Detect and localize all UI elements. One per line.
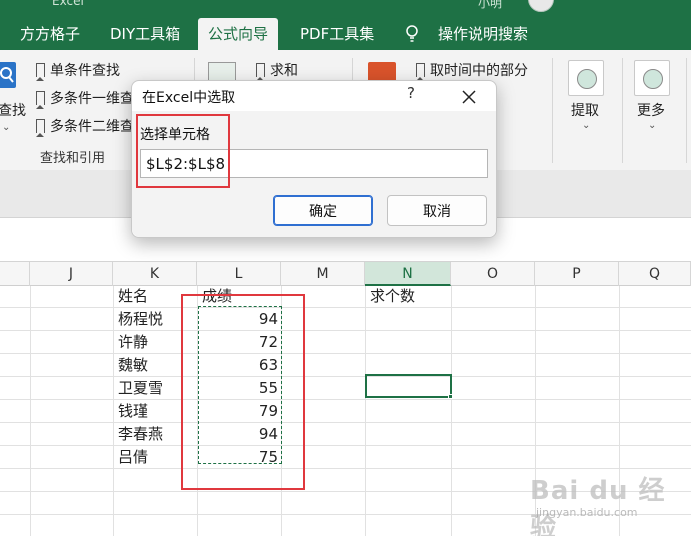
bookmark-icon <box>416 63 425 81</box>
find-button-label[interactable]: 查找 <box>0 100 26 120</box>
column-header-l[interactable]: L <box>197 262 281 286</box>
column-header-k[interactable]: K <box>113 262 197 286</box>
column-header-n[interactable]: N <box>365 262 451 286</box>
ok-button[interactable]: 确定 <box>273 195 373 226</box>
ribbon-separator <box>686 58 687 163</box>
extract-time-part-button[interactable]: 取时间中的部分 <box>416 60 528 81</box>
table-row-name[interactable]: 钱瑾 <box>118 400 148 423</box>
single-condition-lookup-button[interactable]: 单条件查找 <box>36 60 120 81</box>
table-row-name[interactable]: 杨程悦 <box>118 308 163 331</box>
tab-formula-wizard[interactable]: 公式向导 <box>198 18 279 50</box>
find-icon[interactable] <box>0 62 16 88</box>
table-row-name[interactable]: 吕倩 <box>118 446 148 469</box>
table-row-name[interactable]: 许静 <box>118 331 148 354</box>
column-header-o[interactable]: O <box>451 262 535 286</box>
column-header-j[interactable]: J <box>30 262 113 286</box>
tab-pdf-tools[interactable]: PDF工具集 <box>290 18 384 50</box>
fill-handle[interactable] <box>448 394 453 399</box>
help-button[interactable]: ? <box>407 84 415 102</box>
sum-button[interactable]: 求和 <box>256 60 298 81</box>
tab-fangfang[interactable]: 方方格子 <box>10 18 90 50</box>
header-cell-count[interactable]: 求个数 <box>370 285 415 308</box>
column-header-m[interactable]: M <box>281 262 365 286</box>
ribbon-separator <box>622 58 623 163</box>
tab-diy-toolbox[interactable]: DIY工具箱 <box>100 18 190 50</box>
extract-icon[interactable] <box>568 60 604 96</box>
ribbon-tab-bar: 方方格子 DIY工具箱 公式向导 PDF工具集 操作说明搜索 <box>0 18 691 50</box>
header-cell-name[interactable]: 姓名 <box>118 285 148 308</box>
watermark-url: jingyan.baidu.com <box>536 506 638 519</box>
app-title: Excel <box>52 0 84 8</box>
watermark-text: Bai du 经验 <box>530 476 666 536</box>
table-row-name[interactable]: 李春燕 <box>118 423 163 446</box>
user-avatar[interactable] <box>528 0 554 12</box>
tell-me-search[interactable]: 操作说明搜索 <box>428 18 538 50</box>
annotation-box-score-range <box>181 294 305 490</box>
ribbon-separator <box>552 58 553 163</box>
bookmark-icon <box>256 63 265 81</box>
bookmark-icon <box>36 91 45 109</box>
bookmark-icon <box>36 63 45 81</box>
bookmark-icon <box>36 119 45 137</box>
active-cell[interactable] <box>365 374 452 398</box>
title-bar: Excel 小明 <box>0 0 691 18</box>
chevron-down-icon: ⌄ <box>648 120 657 131</box>
table-row-name[interactable]: 卫夏雪 <box>118 377 163 400</box>
more-icon[interactable] <box>634 60 670 96</box>
column-header-q[interactable]: Q <box>619 262 691 286</box>
column-header-p[interactable]: P <box>535 262 619 286</box>
baidu-watermark: Bai du 经验 jingyan.baidu.com <box>530 470 680 536</box>
multi-condition-1d-lookup-button[interactable]: 多条件一维查 <box>36 88 134 109</box>
column-header-row: J K L M N O P Q <box>0 262 691 286</box>
chevron-down-icon: ⌄ <box>582 120 591 131</box>
multi-condition-2d-lookup-button[interactable]: 多条件二维查 <box>36 116 134 137</box>
extract-button[interactable]: 提取 <box>571 100 599 120</box>
row-header-corner <box>0 262 30 286</box>
lightbulb-icon <box>406 25 418 42</box>
close-icon[interactable] <box>459 87 479 107</box>
cancel-button[interactable]: 取消 <box>387 195 487 226</box>
chevron-down-icon: ⌄ <box>2 122 11 133</box>
user-name: 小明 <box>478 0 503 10</box>
table-row-name[interactable]: 魏敏 <box>118 354 148 377</box>
annotation-box-dialog-input <box>136 114 230 188</box>
more-button[interactable]: 更多 <box>637 100 665 120</box>
dialog-title: 在Excel中选取 <box>142 90 236 106</box>
group-label-lookup: 查找和引用 <box>40 151 106 166</box>
